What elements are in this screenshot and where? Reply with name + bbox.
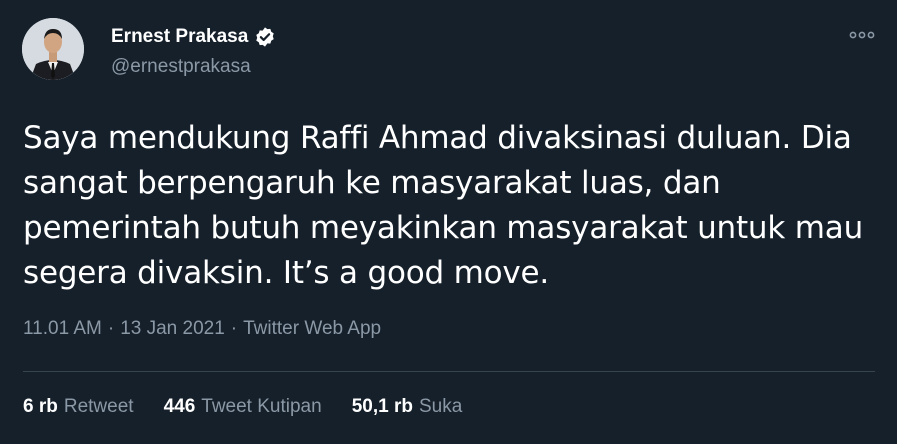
retweets-count: 6 rb	[23, 396, 58, 417]
likes-count: 50,1 rb	[351, 396, 413, 417]
meta-separator: ·	[107, 318, 115, 339]
quote-tweets-label: Tweet Kutipan	[201, 396, 322, 417]
tweet-date[interactable]: 13 Jan 2021	[120, 318, 225, 340]
verified-badge-icon	[254, 26, 276, 48]
retweets-label: Retweet	[63, 396, 134, 417]
author-name[interactable]: Ernest Prakasa	[111, 26, 248, 48]
author-handle[interactable]: @ernestprakasa	[111, 56, 251, 78]
author-header[interactable]: Ernest Prakasa	[111, 26, 276, 48]
likes-stat[interactable]: 50,1 rb Suka	[352, 396, 463, 418]
tweet-stats: 6 rb Retweet 446 Tweet Kutipan 50,1 rb S…	[23, 396, 462, 418]
tweet-time[interactable]: 11.01 AM	[23, 318, 102, 340]
quote-tweets-stat[interactable]: 446 Tweet Kutipan	[164, 396, 322, 418]
more-horizontal-icon[interactable]	[848, 26, 876, 44]
tweet-source[interactable]: Twitter Web App	[243, 318, 381, 340]
meta-separator: ·	[230, 318, 238, 339]
tweet-meta: 11.01 AM · 13 Jan 2021 · Twitter Web App	[23, 318, 381, 340]
person-photo-icon	[22, 18, 84, 80]
avatar[interactable]	[22, 18, 84, 80]
retweets-stat[interactable]: 6 rb Retweet	[23, 396, 134, 418]
quote-tweets-count: 446	[163, 396, 196, 417]
tweet-text: Saya mendukung Raffi Ahmad divaksinasi d…	[23, 120, 864, 291]
divider	[23, 371, 875, 372]
tweet-card: Ernest Prakasa @ernestprakasa Saya mendu…	[0, 0, 897, 444]
likes-label: Suka	[418, 396, 463, 417]
